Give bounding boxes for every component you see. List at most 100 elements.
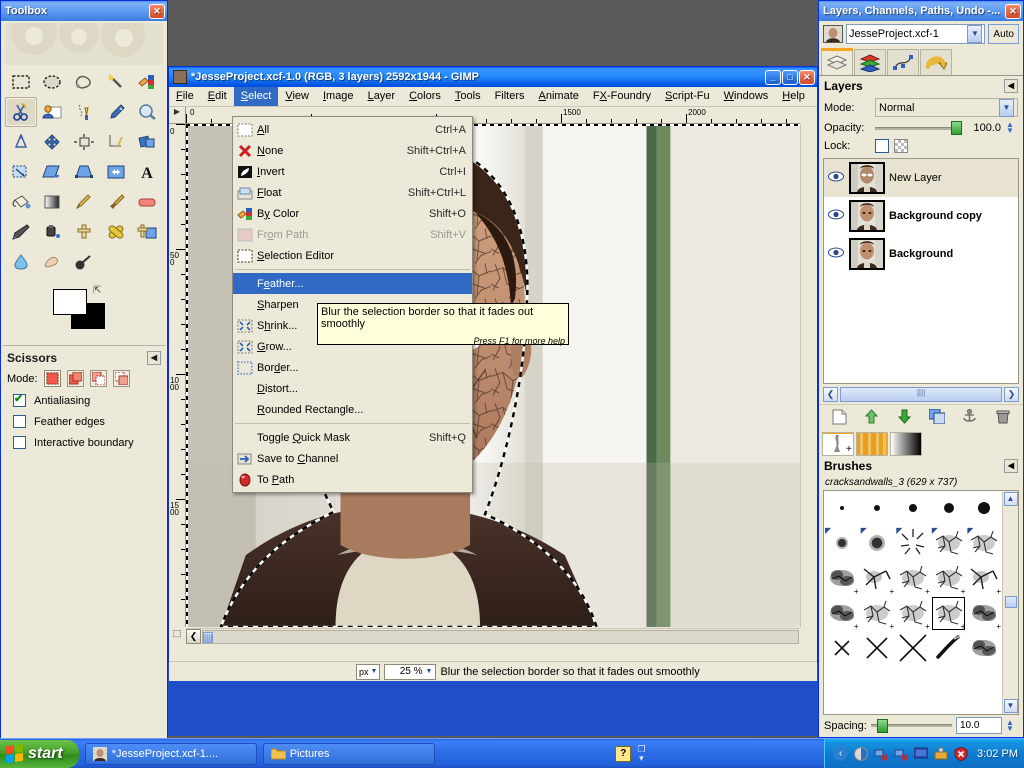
layer-mode-combo[interactable]: Normal ▼ bbox=[875, 98, 1018, 117]
collapse-icon[interactable]: ◀ bbox=[147, 351, 161, 365]
gimp-maximize-button[interactable]: □ bbox=[782, 69, 798, 85]
delete-layer-button[interactable] bbox=[992, 408, 1014, 426]
vertical-ruler[interactable]: 0 500 1000 1500 bbox=[169, 124, 186, 627]
show-hidden-icon[interactable]: ‹ bbox=[833, 746, 849, 761]
menu-colors[interactable]: Colors bbox=[402, 87, 448, 106]
menu-item-save-to-channel[interactable]: Save to Channel bbox=[233, 448, 472, 469]
layers-scroll-thumb[interactable]: |||| bbox=[840, 386, 1002, 402]
unit-combo[interactable]: px ▼ bbox=[356, 663, 381, 680]
lock-alpha-checkbox[interactable] bbox=[894, 139, 908, 153]
taskbar-item-gimp[interactable]: *JesseProject.xcf-1.... bbox=[84, 742, 257, 765]
channels-tab[interactable] bbox=[854, 49, 886, 75]
brush-cell[interactable]: ◤ bbox=[824, 526, 860, 561]
pencil-tool[interactable] bbox=[68, 187, 100, 217]
new-layer-button[interactable] bbox=[828, 408, 850, 426]
color-picker-tool[interactable] bbox=[100, 97, 132, 127]
paths-tab[interactable] bbox=[887, 49, 919, 75]
blur-sharpen-tool[interactable] bbox=[5, 247, 37, 277]
brush-cell[interactable] bbox=[895, 491, 931, 526]
antialiasing-option[interactable]: Antialiasing bbox=[1, 390, 167, 411]
brush-cell[interactable] bbox=[931, 491, 967, 526]
brush-cell[interactable]: ◤ bbox=[966, 526, 1002, 561]
ruler-corner[interactable]: ▶ bbox=[169, 107, 186, 124]
menu-select[interactable]: Select bbox=[233, 87, 279, 106]
brushes-scrollbar[interactable]: ▲ ▼ bbox=[1002, 490, 1018, 714]
eraser-tool[interactable] bbox=[131, 187, 163, 217]
layers-collapse-icon[interactable]: ◀ bbox=[1004, 79, 1018, 93]
safely-remove-icon[interactable] bbox=[933, 746, 948, 761]
brushes-collapse-icon[interactable]: ◀ bbox=[1004, 458, 1018, 473]
zoom-combo[interactable]: 25 % ▼ bbox=[384, 663, 437, 680]
menu-item-invert[interactable]: Invert Ctrl+I bbox=[233, 161, 472, 182]
brush-cell[interactable]: + bbox=[824, 561, 860, 596]
gimp-close-button[interactable]: ✕ bbox=[799, 69, 815, 85]
anchor-layer-button[interactable] bbox=[959, 408, 981, 426]
display-icon[interactable] bbox=[913, 746, 928, 761]
perspective-tool[interactable] bbox=[68, 157, 100, 187]
menu-edit[interactable]: Edit bbox=[201, 87, 234, 106]
interactive-boundary-checkbox[interactable] bbox=[13, 436, 26, 449]
menu-windows[interactable]: Windows bbox=[717, 87, 776, 106]
dock-close-button[interactable]: ✕ bbox=[1005, 3, 1021, 19]
flip-tool[interactable] bbox=[100, 157, 132, 187]
spacing-value[interactable]: 10.0 bbox=[956, 717, 1002, 734]
undo-history-tab[interactable] bbox=[920, 49, 952, 75]
brush-cell[interactable] bbox=[824, 631, 860, 666]
menu-image[interactable]: Image bbox=[316, 87, 361, 106]
brush-cell[interactable]: + bbox=[860, 596, 896, 631]
rect-select-tool[interactable] bbox=[5, 67, 37, 97]
toolbox-close-button[interactable]: ✕ bbox=[149, 3, 165, 19]
brush-cell[interactable]: + bbox=[824, 596, 860, 631]
menu-tools[interactable]: Tools bbox=[448, 87, 488, 106]
brushes-scroll-up-button[interactable]: ▲ bbox=[1003, 491, 1018, 506]
menu-item-feather[interactable]: Feather... bbox=[233, 273, 472, 294]
menu-item-selection-editor[interactable]: Selection Editor bbox=[233, 245, 472, 266]
mode-subtract-button[interactable] bbox=[89, 370, 107, 387]
bucket-fill-tool[interactable] bbox=[5, 187, 37, 217]
layer-row[interactable]: Background copy bbox=[824, 197, 1018, 235]
brush-cell[interactable]: + bbox=[966, 561, 1002, 596]
move-tool[interactable] bbox=[37, 127, 69, 157]
text-tool[interactable]: A bbox=[131, 157, 163, 187]
opacity-slider[interactable] bbox=[875, 121, 962, 135]
taskbar-item-pictures[interactable]: Pictures bbox=[262, 742, 435, 765]
fuzzy-select-tool[interactable] bbox=[100, 67, 132, 97]
brush-cell[interactable]: + bbox=[966, 596, 1002, 631]
brushes-tab[interactable]: + bbox=[822, 431, 854, 456]
brush-cell[interactable] bbox=[931, 631, 967, 666]
mode-add-button[interactable] bbox=[66, 370, 84, 387]
window-group-icon[interactable]: ❐ ▾ bbox=[637, 744, 645, 763]
scroll-track[interactable]: |||| bbox=[202, 629, 799, 644]
perspective-clone-tool[interactable] bbox=[131, 217, 163, 247]
measure-tool[interactable] bbox=[5, 127, 37, 157]
eye-icon[interactable] bbox=[827, 209, 845, 223]
opacity-handle[interactable] bbox=[951, 121, 962, 135]
brush-cell[interactable] bbox=[966, 631, 1002, 666]
image-chevron-down-icon[interactable]: ▼ bbox=[967, 25, 983, 43]
antivirus-icon[interactable] bbox=[953, 746, 968, 761]
swap-colors-icon[interactable]: ⇱ bbox=[93, 285, 101, 296]
menu-item-to-path[interactable]: To Path bbox=[233, 469, 472, 490]
menu-item-border[interactable]: Border... bbox=[233, 357, 472, 378]
menu-view[interactable]: View bbox=[278, 87, 316, 106]
rotate-tool[interactable] bbox=[131, 127, 163, 157]
align-tool[interactable] bbox=[68, 127, 100, 157]
layers-horizontal-scrollbar[interactable]: ❮ |||| ❯ bbox=[819, 386, 1023, 404]
quick-mask-toggle[interactable]: ⬚ bbox=[169, 628, 185, 644]
auto-button[interactable]: Auto bbox=[988, 24, 1019, 44]
foreground-color-swatch[interactable] bbox=[53, 289, 87, 315]
layer-row[interactable]: New Layer bbox=[824, 159, 1018, 197]
brush-cell[interactable]: + bbox=[895, 561, 931, 596]
spacing-slider[interactable] bbox=[870, 718, 952, 733]
foreground-select-tool[interactable] bbox=[37, 97, 69, 127]
free-select-tool[interactable] bbox=[68, 67, 100, 97]
layers-scroll-right-button[interactable]: ❯ bbox=[1004, 386, 1019, 402]
horizontal-scrollbar[interactable]: ❮ |||| bbox=[186, 628, 800, 644]
feather-edges-checkbox[interactable] bbox=[13, 415, 26, 428]
gradient-tool[interactable] bbox=[37, 187, 69, 217]
vertical-scrollbar[interactable] bbox=[800, 124, 817, 627]
brush-cell[interactable]: ◤ bbox=[860, 526, 896, 561]
clock[interactable]: 3:02 PM bbox=[977, 748, 1018, 760]
feather-edges-option[interactable]: Feather edges bbox=[1, 411, 167, 432]
antialiasing-checkbox[interactable] bbox=[13, 392, 26, 407]
